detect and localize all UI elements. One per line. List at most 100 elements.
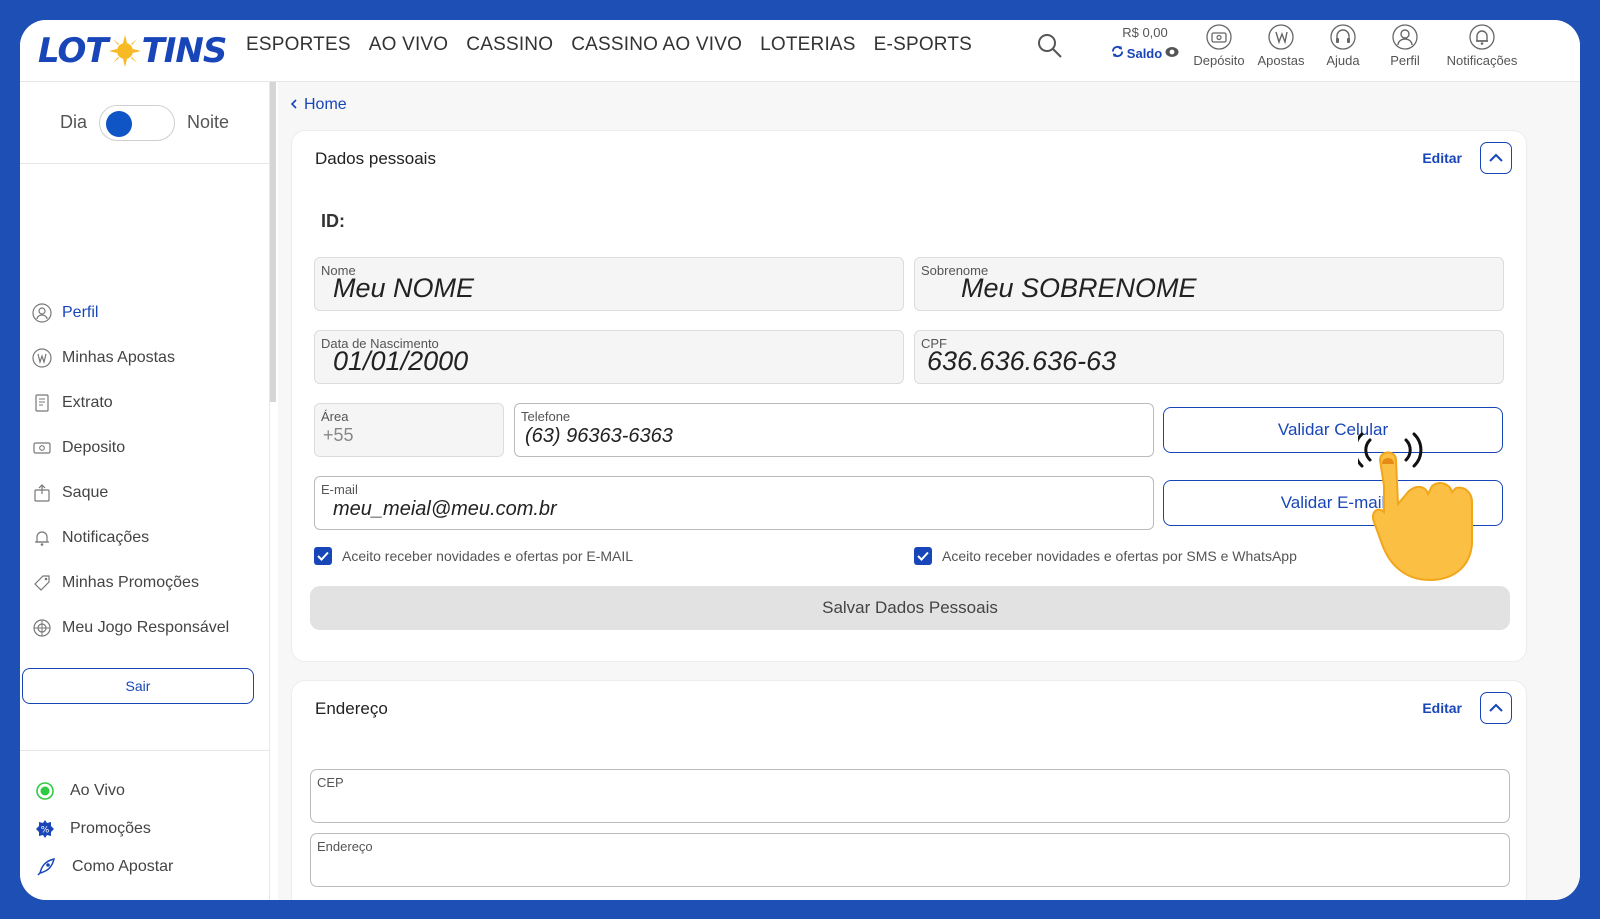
sidebar-link-label: Promoções	[70, 820, 151, 837]
theme-switch: Dia Noite	[20, 82, 269, 164]
sidebar-item-minhas-apostas[interactable]: Minhas Apostas	[20, 335, 270, 380]
nav-ao-vivo[interactable]: AO VIVO	[369, 34, 449, 56]
collapse-address-button[interactable]	[1480, 692, 1512, 724]
field-label: Área	[321, 409, 349, 424]
card-title: Endereço	[315, 699, 388, 718]
sidebar-scrollbar[interactable]	[270, 82, 276, 402]
area-field: Área +55	[314, 403, 504, 457]
tag-icon	[34, 574, 50, 591]
main-nav: ESPORTES AO VIVO CASSINO CASSINO AO VIVO…	[246, 34, 972, 56]
logo-text-right: TINS	[141, 31, 228, 71]
live-dot-icon	[36, 782, 54, 800]
nav-loterias[interactable]: LOTERIAS	[760, 34, 856, 56]
checkbox-checked-icon[interactable]	[914, 547, 932, 565]
sidebar-item-saque[interactable]: Saque	[20, 470, 270, 515]
field-label: Endereço	[317, 839, 373, 854]
field-value: (63) 96363-6363	[525, 425, 673, 447]
breadcrumb[interactable]: Home	[290, 96, 347, 114]
wallet-icon	[33, 441, 51, 454]
save-personal-button[interactable]: Salvar Dados Pessoais	[310, 586, 1510, 630]
balance-widget[interactable]: R$ 0,00 Saldo	[1100, 25, 1190, 61]
collapse-personal-button[interactable]	[1480, 142, 1512, 174]
svg-text:%: %	[41, 826, 50, 836]
sidebar-link-como-apostar[interactable]: Como Apostar	[20, 848, 270, 886]
sobrenome-field[interactable]: Sobrenome Meu SOBRENOME	[914, 257, 1504, 311]
nome-field[interactable]: Nome Meu NOME	[314, 257, 904, 311]
header-ajuda[interactable]: Ajuda	[1316, 24, 1370, 68]
refresh-icon[interactable]	[1111, 45, 1124, 61]
user-icon	[1392, 24, 1418, 50]
bell-icon	[35, 530, 49, 546]
logo[interactable]: LOT TINS	[38, 28, 228, 74]
sidebar-item-deposito[interactable]: Deposito	[20, 425, 270, 470]
wallet-icon	[1206, 24, 1232, 50]
nav-e-sports[interactable]: E-SPORTS	[874, 34, 972, 56]
header-notificacoes-label: Notificações	[1446, 53, 1518, 68]
sidebar-item-label: Notificações	[62, 528, 150, 546]
top-bar: LOT TINS ESPORTES AO VIVO CASSINO CASSIN…	[20, 20, 1580, 82]
sidebar-item-minhas-promocoes[interactable]: Minhas Promoções	[20, 560, 270, 605]
telefone-field[interactable]: Telefone (63) 96363-6363	[514, 403, 1154, 457]
cep-field[interactable]: CEP	[310, 769, 1510, 823]
sidebar-link-ao-vivo[interactable]: Ao Vivo	[20, 772, 270, 810]
field-label: E-mail	[321, 482, 358, 497]
balance-amount: R$ 0,00	[1122, 25, 1168, 40]
balance-label: Saldo	[1126, 45, 1163, 61]
sun-icon	[108, 35, 141, 67]
logo-text-left: LOT	[38, 31, 109, 71]
edit-personal-link[interactable]: Editar	[1422, 150, 1462, 166]
sidebar-item-extrato[interactable]: Extrato	[20, 380, 270, 425]
sidebar-item-perfil[interactable]: Perfil	[20, 290, 270, 335]
header-notificacoes[interactable]: Notificações	[1440, 24, 1524, 68]
nascimento-field[interactable]: Data de Nascimento 01/01/2000	[314, 330, 904, 384]
headset-icon	[1330, 24, 1356, 50]
sidebar-item-notificacoes[interactable]: Notificações	[20, 515, 270, 560]
edit-address-link[interactable]: Editar	[1422, 700, 1462, 716]
app-window: LOT TINS ESPORTES AO VIVO CASSINO CASSIN…	[20, 20, 1580, 900]
field-label: CEP	[317, 775, 344, 790]
nav-cassino-ao-vivo[interactable]: CASSINO AO VIVO	[571, 34, 742, 56]
rocket-icon	[37, 857, 56, 876]
breadcrumb-home[interactable]: Home	[304, 96, 347, 114]
header-deposito[interactable]: Depósito	[1192, 24, 1246, 68]
logout-button[interactable]: Sair	[22, 668, 254, 704]
chevron-up-icon	[1489, 153, 1503, 162]
user-icon	[32, 302, 52, 323]
header-perfil[interactable]: Perfil	[1378, 24, 1432, 68]
promo-badge-icon: %	[36, 820, 54, 838]
email-field[interactable]: E-mail meu_meial@meu.com.br	[314, 476, 1154, 530]
field-value: 01/01/2000	[333, 346, 469, 376]
sidebar-link-label: Ao Vivo	[70, 782, 125, 799]
field-value: Meu SOBRENOME	[961, 273, 1197, 303]
sidebar-item-label: Saque	[62, 483, 109, 501]
theme-toggle[interactable]	[98, 104, 175, 141]
checkbox-checked-icon[interactable]	[314, 547, 332, 565]
nav-esportes[interactable]: ESPORTES	[246, 34, 351, 56]
user-id-label: ID:	[321, 211, 345, 231]
tap-hand-icon	[1358, 432, 1473, 582]
card-title: Dados pessoais	[315, 149, 436, 168]
eye-icon[interactable]	[1165, 46, 1179, 61]
sidebar-item-jogo-responsavel[interactable]: Meu Jogo Responsável	[20, 605, 270, 650]
field-value: 636.636.636-63	[927, 346, 1117, 376]
optin-sms-checkbox[interactable]: Aceito receber novidades e ofertas por S…	[914, 547, 1297, 565]
sidebar-item-label: Deposito	[62, 438, 126, 456]
sidebar-link-promocoes[interactable]: % Promoções	[20, 810, 270, 848]
sidebar-divider	[20, 750, 270, 751]
header-perfil-label: Perfil	[1390, 53, 1420, 68]
header-ajuda-label: Ajuda	[1326, 53, 1360, 68]
sidebar-bottom-links: Ao Vivo % Promoções Como Apostar	[20, 772, 270, 886]
optin-email-label: Aceito receber novidades e ofertas por E…	[342, 548, 634, 564]
field-value: +55	[323, 425, 354, 445]
bets-icon	[32, 347, 52, 368]
sidebar-link-label: Como Apostar	[72, 858, 174, 875]
nav-cassino[interactable]: CASSINO	[466, 34, 553, 56]
optin-email-checkbox[interactable]: Aceito receber novidades e ofertas por E…	[314, 547, 633, 565]
field-value: meu_meial@meu.com.br	[333, 498, 557, 520]
search-icon[interactable]	[1036, 32, 1064, 60]
endereco-field[interactable]: Endereço	[310, 833, 1510, 887]
cpf-field[interactable]: CPF 636.636.636-63	[914, 330, 1504, 384]
personal-data-card: Dados pessoais Editar ID: Nome Meu NOME …	[291, 130, 1527, 662]
chevron-up-icon	[1489, 703, 1503, 712]
header-apostas[interactable]: Apostas	[1254, 24, 1308, 68]
